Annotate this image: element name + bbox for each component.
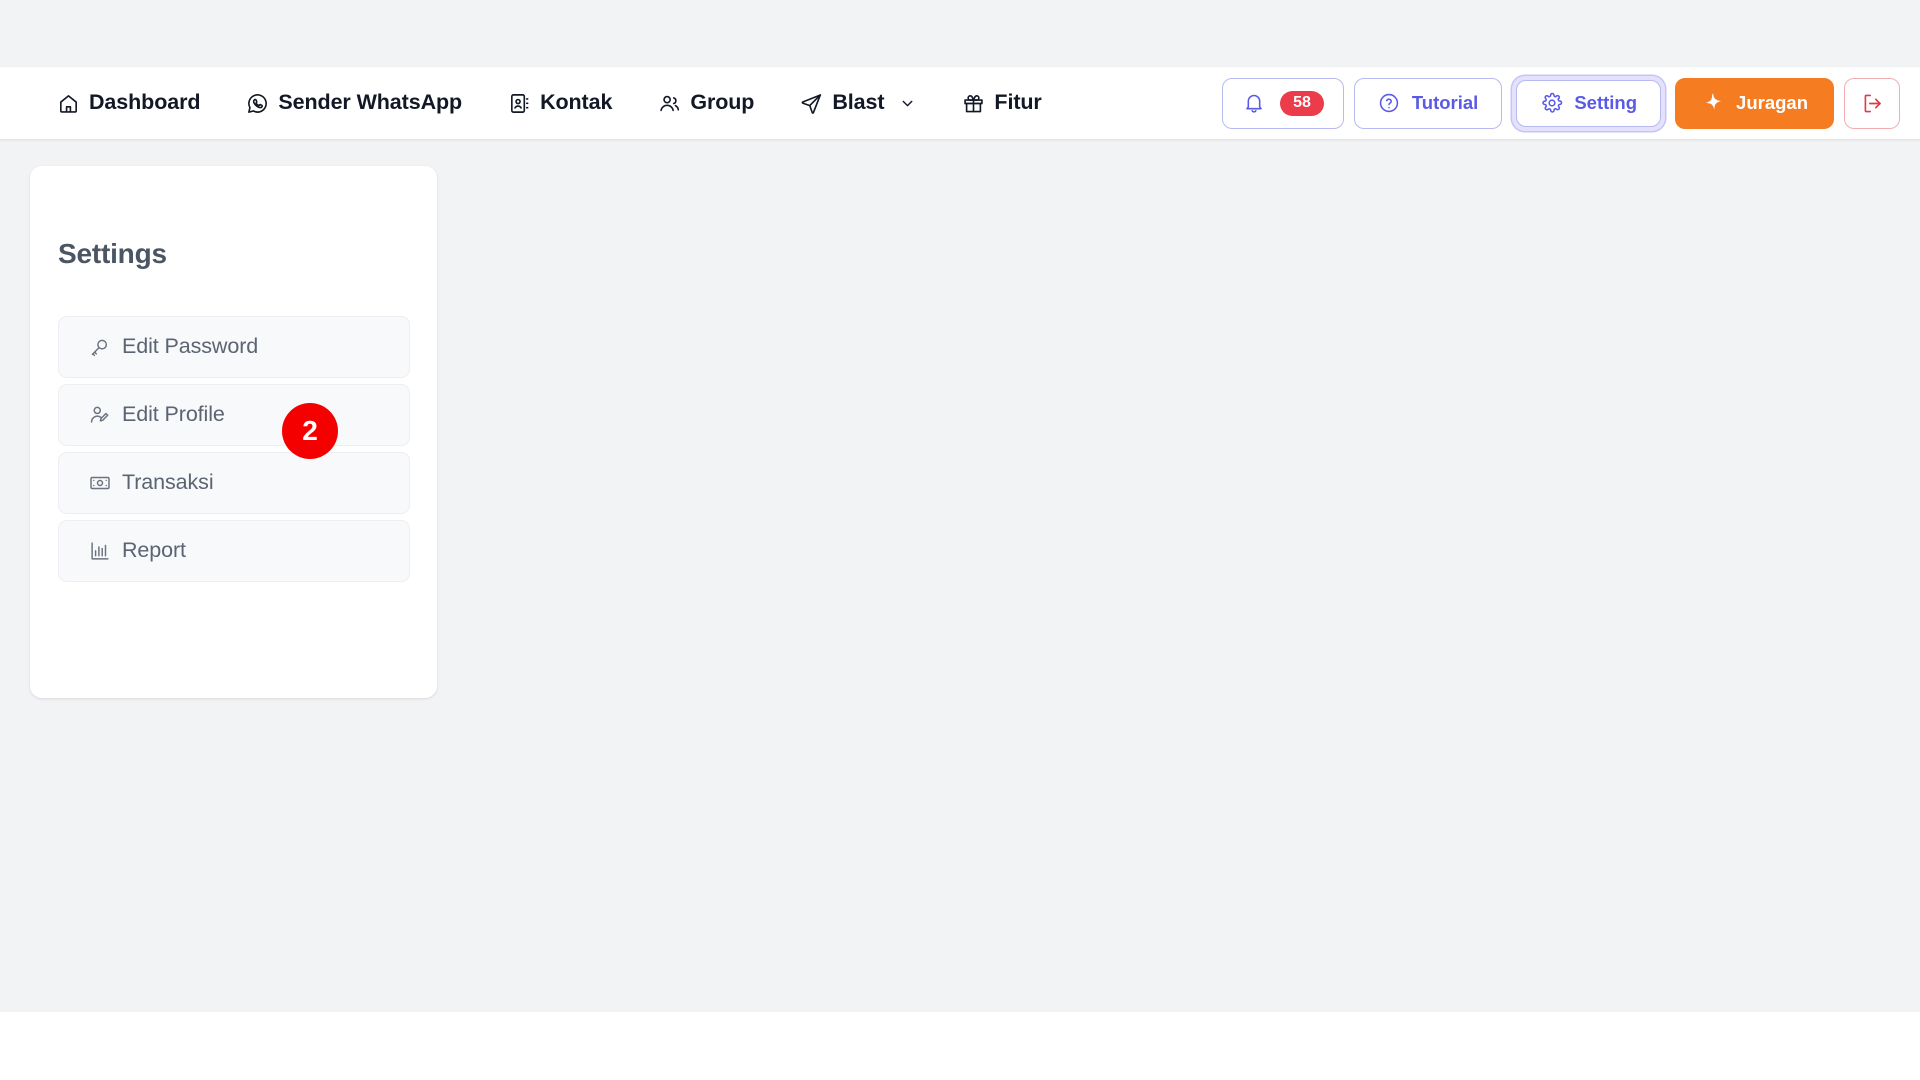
setting-button-focus-ring: Setting xyxy=(1512,75,1666,131)
setting-label: Setting xyxy=(1574,92,1638,113)
settings-item-edit-password[interactable]: Edit Password xyxy=(58,316,410,378)
setting-button[interactable]: Setting xyxy=(1516,79,1662,127)
juragan-label: Juragan xyxy=(1736,92,1808,113)
nav-item-blast[interactable]: Blast xyxy=(777,86,939,121)
settings-item-report[interactable]: Report xyxy=(58,520,410,582)
logout-button[interactable] xyxy=(1844,77,1900,129)
contact-book-icon xyxy=(508,92,531,115)
nav-label: Blast xyxy=(832,90,885,115)
logout-icon xyxy=(1861,92,1884,115)
sparkle-star-icon xyxy=(1701,92,1724,115)
top-navbar: Dashboard Sender WhatsApp Kontak Group B… xyxy=(0,67,1920,139)
settings-item-transaksi[interactable]: Transaksi xyxy=(58,452,410,514)
nav-label: Sender WhatsApp xyxy=(278,90,463,115)
question-circle-icon xyxy=(1378,92,1401,115)
whatsapp-icon xyxy=(246,92,269,115)
nav-item-dashboard[interactable]: Dashboard xyxy=(34,86,223,121)
app-root: Dashboard Sender WhatsApp Kontak Group B… xyxy=(0,0,1920,1080)
chevron-down-icon[interactable] xyxy=(899,95,916,112)
tutorial-label: Tutorial xyxy=(1411,92,1479,113)
nav-item-sender-whatsapp[interactable]: Sender WhatsApp xyxy=(223,86,485,121)
users-icon xyxy=(658,92,681,115)
settings-item-label: Edit Password xyxy=(122,334,259,359)
page-title: Settings xyxy=(58,238,167,269)
settings-item-label: Report xyxy=(122,538,186,563)
nav-label: Fitur xyxy=(994,90,1042,115)
nav-actions: 58 Tutorial Setting Juragan xyxy=(1222,75,1900,131)
bell-icon xyxy=(1242,92,1265,115)
juragan-button[interactable]: Juragan xyxy=(1675,77,1834,129)
settings-item-label: Transaksi xyxy=(122,470,214,495)
banknote-icon xyxy=(89,472,111,494)
gift-icon xyxy=(962,92,985,115)
notification-button[interactable]: 58 xyxy=(1222,77,1344,129)
bar-chart-icon xyxy=(89,540,111,562)
send-icon xyxy=(800,92,823,115)
gear-icon xyxy=(1540,92,1563,115)
settings-item-edit-profile[interactable]: Edit Profile xyxy=(58,384,410,446)
nav-label: Kontak xyxy=(540,90,613,115)
tutorial-button[interactable]: Tutorial xyxy=(1353,77,1503,129)
nav-item-fitur[interactable]: Fitur xyxy=(939,86,1064,121)
nav-label: Group xyxy=(690,90,755,115)
settings-item-label: Edit Profile xyxy=(122,402,225,427)
nav-menu: Dashboard Sender WhatsApp Kontak Group B… xyxy=(34,86,1065,121)
home-icon xyxy=(57,92,80,115)
user-edit-icon xyxy=(89,404,111,426)
nav-label: Dashboard xyxy=(89,90,201,115)
notification-count-badge: 58 xyxy=(1280,90,1324,116)
nav-item-kontak[interactable]: Kontak xyxy=(485,86,635,121)
nav-item-group[interactable]: Group xyxy=(635,86,777,121)
key-icon xyxy=(89,336,111,358)
step-badge: 2 xyxy=(282,403,338,459)
settings-menu-list: Edit Password Edit Profile Transaksi Rep… xyxy=(58,316,410,588)
